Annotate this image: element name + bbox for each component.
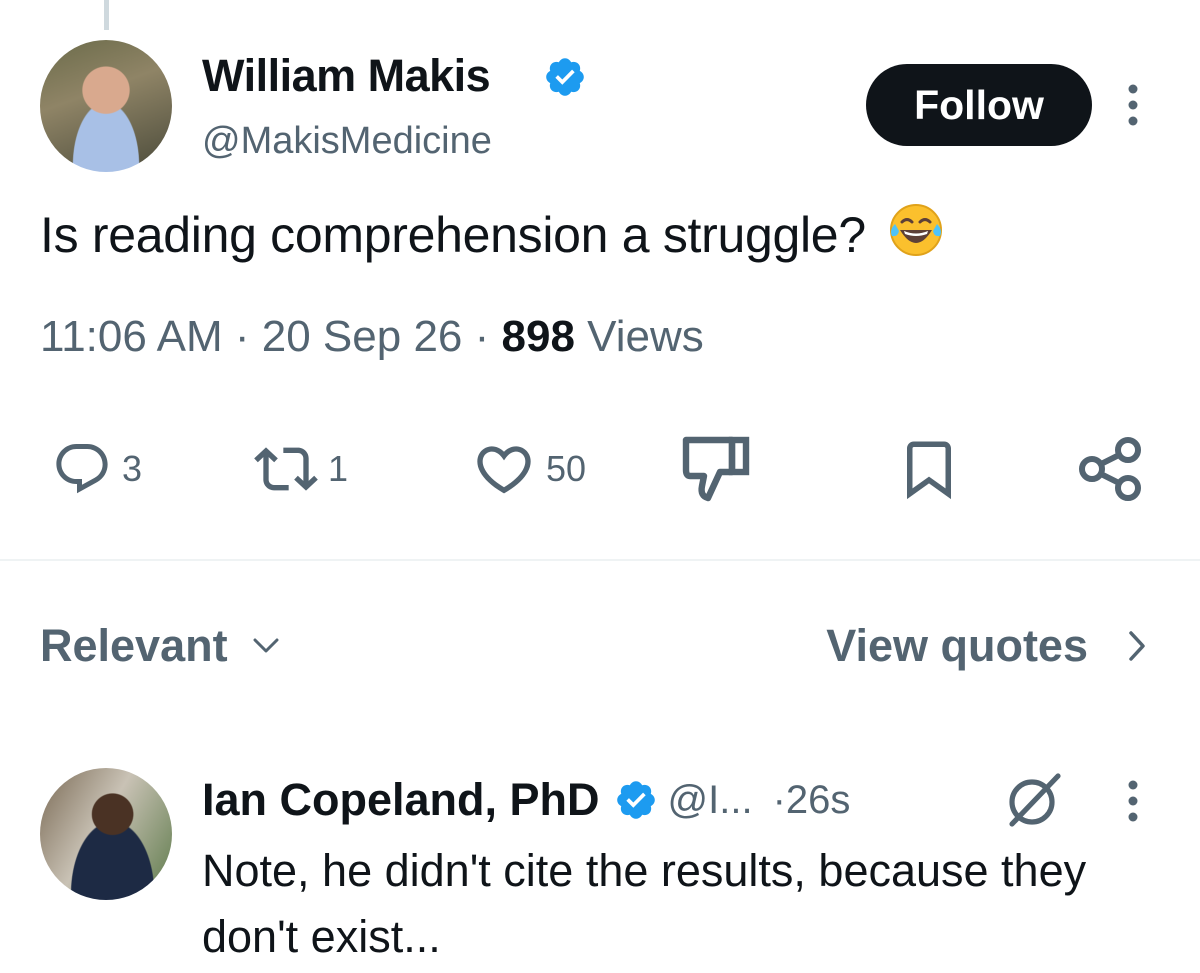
reply-text: Note, he didn't cite the results, becaus…: [202, 845, 1087, 962]
meta-separator: ·: [234, 312, 250, 361]
reply-icon: [56, 444, 108, 494]
like-count: 50: [546, 448, 587, 489]
downvote-action[interactable]: [680, 434, 754, 504]
laughing-tears-emoji-icon: [890, 204, 943, 256]
verified-badge-icon: [616, 781, 655, 819]
tweet-time[interactable]: 11:06 AM: [40, 312, 223, 361]
more-options-icon[interactable]: [1122, 82, 1144, 128]
repost-action[interactable]: 1: [254, 434, 348, 504]
views-count: 898: [501, 312, 575, 361]
view-quotes-link[interactable]: View quotes: [826, 620, 1146, 672]
chevron-down-icon: [253, 638, 279, 653]
repost-icon: [254, 447, 318, 491]
chevron-right-icon: [1129, 631, 1145, 661]
section-divider: [0, 559, 1200, 561]
reply-more-options-icon[interactable]: [1122, 778, 1144, 824]
repost-count: 1: [328, 448, 349, 489]
verified-badge-icon: [546, 58, 584, 96]
reply-author-handle[interactable]: @I...: [668, 778, 753, 823]
bookmark-action[interactable]: [896, 434, 962, 504]
author-handle[interactable]: @MakisMedicine: [202, 120, 492, 163]
sort-label: Relevant: [40, 620, 228, 671]
reply-count: 3: [122, 448, 143, 489]
view-quotes-label: View quotes: [826, 620, 1088, 671]
author-avatar[interactable]: [40, 40, 172, 172]
reply-time-value: 26s: [785, 777, 851, 822]
reply-action[interactable]: 3: [52, 434, 142, 504]
thread-connector-line: [104, 0, 109, 30]
meta-separator: ·: [474, 312, 490, 361]
reply-author-avatar[interactable]: [40, 768, 172, 900]
sort-dropdown[interactable]: Relevant: [40, 620, 280, 672]
share-action[interactable]: [1078, 434, 1144, 504]
tweet-date[interactable]: 20 Sep 26: [262, 312, 463, 361]
reply-author-name[interactable]: Ian Copeland, PhD: [202, 774, 600, 826]
tweet-meta: 11:06 AM · 20 Sep 26 · 898 Views: [40, 312, 704, 362]
reply-timestamp[interactable]: ·26s: [773, 778, 851, 823]
bookmark-icon: [907, 441, 951, 500]
tweet-text: Is reading comprehension a struggle?: [40, 200, 945, 264]
share-icon: [1079, 437, 1141, 501]
like-action[interactable]: 50: [472, 434, 586, 504]
reply-header: Ian Copeland, PhD @I... ·26s: [202, 772, 850, 828]
follow-button[interactable]: Follow: [866, 64, 1092, 146]
thumbs-down-icon: [682, 436, 750, 502]
grok-icon[interactable]: [1004, 772, 1064, 830]
views-label: Views: [587, 312, 704, 361]
heart-icon: [477, 446, 531, 494]
author-name[interactable]: William Makis: [202, 50, 491, 102]
tweet-text-content: Is reading comprehension a struggle?: [40, 207, 866, 263]
